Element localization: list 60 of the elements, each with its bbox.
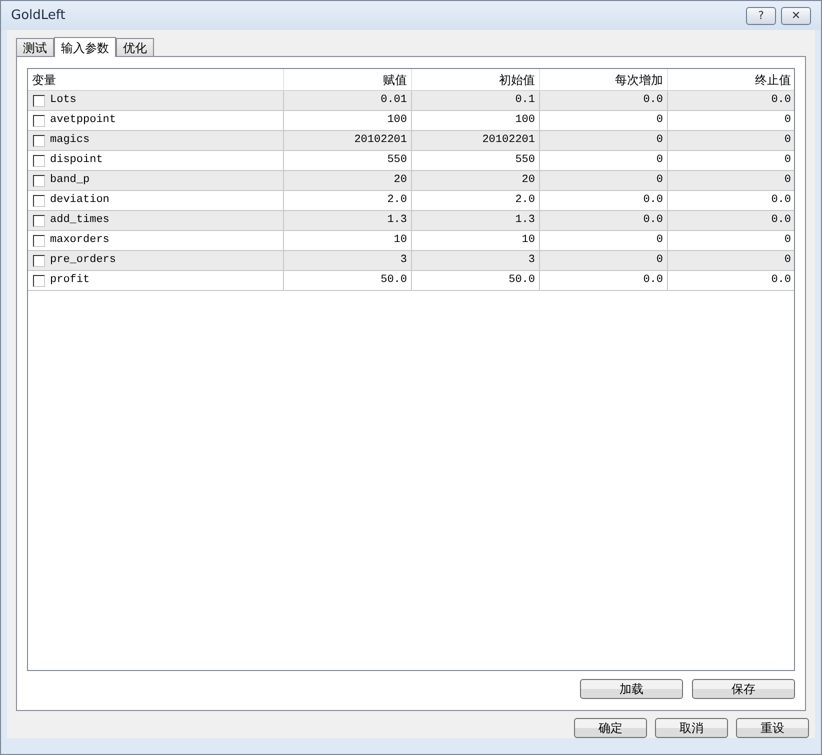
tab[interactable]: 输入参数 <box>54 37 116 57</box>
table-cell: 0.0 <box>668 271 794 291</box>
tab[interactable]: 测试 <box>16 38 54 56</box>
dialog-button[interactable]: 确定 <box>574 718 647 738</box>
parameter-name: avetppoint <box>50 113 116 128</box>
table-cell: 20102201 <box>284 131 412 151</box>
table-cell: 50.0 <box>412 271 540 291</box>
dialog-button[interactable]: 取消 <box>655 718 728 738</box>
parameter-name: maxorders <box>50 233 110 248</box>
parameter-name: dispoint <box>50 153 103 168</box>
help-button[interactable]: ? <box>746 6 776 24</box>
table-cell: 0.0 <box>668 91 794 111</box>
checkbox[interactable] <box>33 234 45 246</box>
column-header[interactable]: 赋值 <box>284 69 412 90</box>
table-cell: 0.0 <box>668 211 794 231</box>
checkbox[interactable] <box>33 94 45 106</box>
table-cell: 20 <box>412 171 540 191</box>
parameter-name: pre_orders <box>50 253 116 268</box>
table-cell: 0.01 <box>284 91 412 111</box>
parameter-name: band_p <box>50 173 90 188</box>
table-cell: 1.3 <box>284 211 412 231</box>
table-cell: 3 <box>284 251 412 271</box>
table-cell: 0 <box>668 131 794 151</box>
table-cell: 0.0 <box>540 91 668 111</box>
table-cell: 3 <box>412 251 540 271</box>
table-cell: 0.0 <box>540 211 668 231</box>
table-cell: 0 <box>668 171 794 191</box>
table-cell: 20 <box>284 171 412 191</box>
table-cell: 20102201 <box>412 131 540 151</box>
parameter-name: add_times <box>50 213 110 228</box>
parameter-name: magics <box>50 133 90 148</box>
checkbox[interactable] <box>33 154 45 166</box>
dialog-button[interactable]: 重设 <box>736 718 809 738</box>
table-cell: 0 <box>668 251 794 271</box>
table-cell: 1.3 <box>412 211 540 231</box>
panel-button[interactable]: 加载 <box>580 679 683 699</box>
parameter-name: Lots <box>50 93 76 108</box>
window-title: GoldLeft <box>11 6 66 25</box>
table-cell: 0 <box>540 251 668 271</box>
table-cell: 0 <box>540 131 668 151</box>
checkbox[interactable] <box>33 194 45 206</box>
table-cell: 0.1 <box>412 91 540 111</box>
parameter-name: deviation <box>50 193 110 208</box>
panel-button[interactable]: 保存 <box>692 679 795 699</box>
checkbox[interactable] <box>33 254 45 266</box>
close-button[interactable]: ✕ <box>781 6 811 24</box>
tab[interactable]: 优化 <box>116 38 154 56</box>
checkbox[interactable] <box>33 214 45 226</box>
checkbox[interactable] <box>33 274 45 286</box>
column-header[interactable]: 初始值 <box>412 69 540 90</box>
checkbox[interactable] <box>33 114 45 126</box>
table-cell: 0.0 <box>540 271 668 291</box>
parameter-name: profit <box>50 273 90 288</box>
checkbox[interactable] <box>33 134 45 146</box>
table-cell: 0 <box>540 171 668 191</box>
table-cell: 50.0 <box>284 271 412 291</box>
column-header[interactable]: 每次增加 <box>540 69 668 90</box>
column-header[interactable]: 变量 <box>28 69 284 90</box>
column-header[interactable]: 终止值 <box>668 69 794 90</box>
checkbox[interactable] <box>33 174 45 186</box>
